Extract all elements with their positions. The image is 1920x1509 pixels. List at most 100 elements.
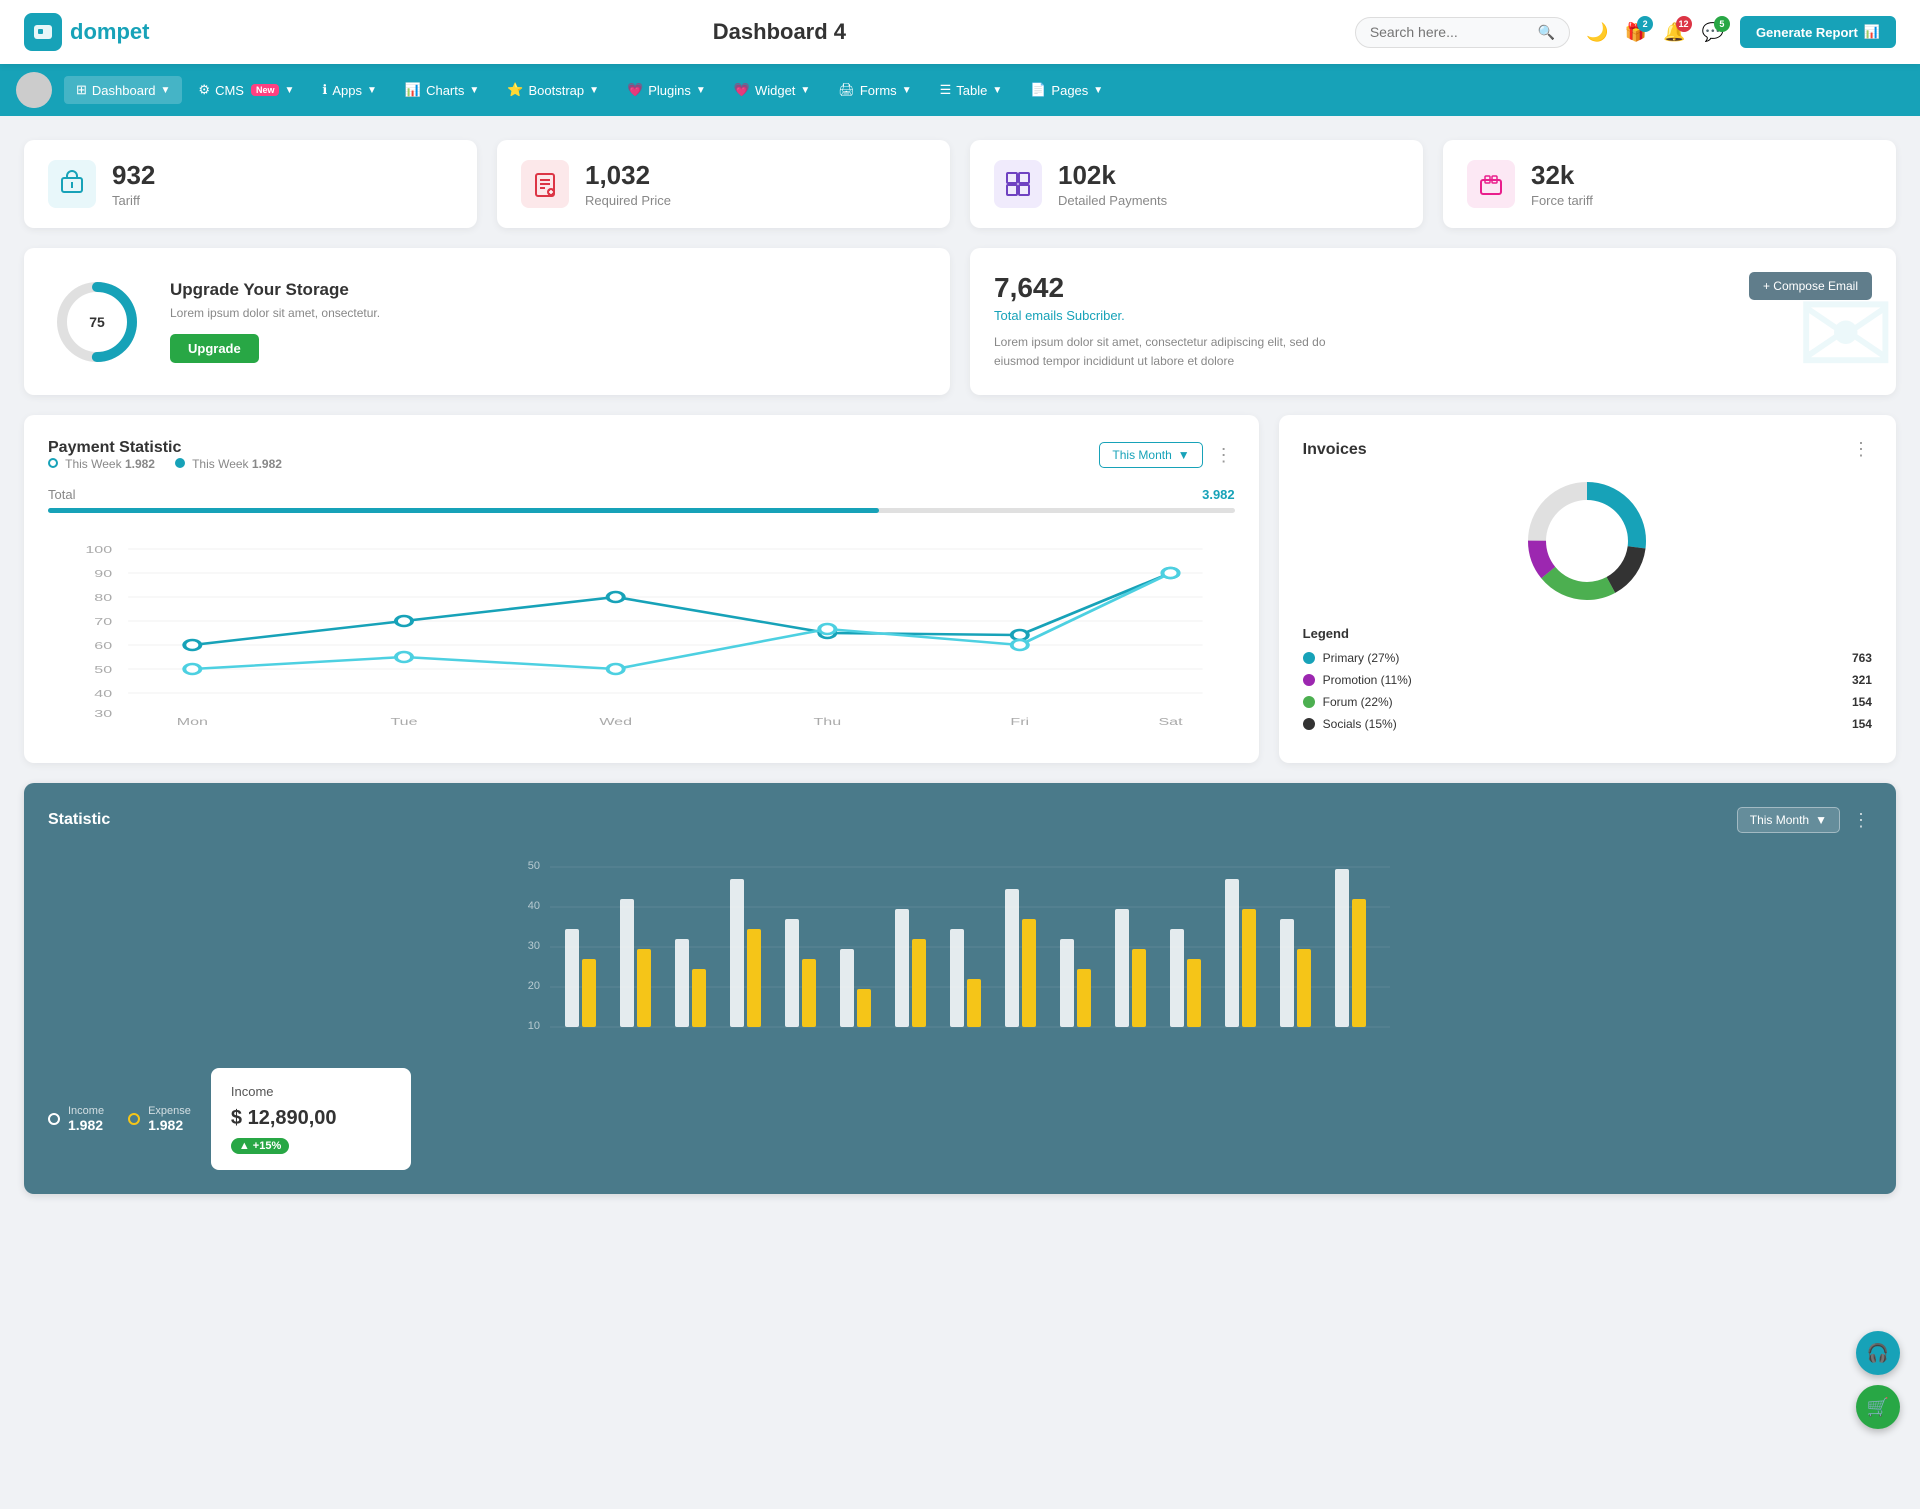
income-change-badge: ▲ +15% (231, 1138, 289, 1154)
more-options-icon[interactable]: ⋮ (1215, 445, 1235, 466)
legend-color-socials (1303, 718, 1315, 730)
email-bg-icon: ✉ (1795, 275, 1896, 395)
detailed-payments-number: 102k (1058, 160, 1167, 191)
gift-badge: 2 (1637, 16, 1653, 32)
legend-label-forum: Forum (22%) (1323, 695, 1393, 709)
legend-item-primary: Primary (27%) 763 (1303, 651, 1872, 665)
nav-label-bootstrap: Bootstrap (528, 83, 584, 98)
nav-item-pages[interactable]: 📄 Pages ▼ (1018, 76, 1115, 104)
payment-title: Payment Statistic (48, 439, 282, 457)
row3-grid: Payment Statistic This Week 1.982 This W… (24, 415, 1896, 763)
upgrade-button[interactable]: Upgrade (170, 334, 259, 363)
search-box[interactable]: 🔍 (1355, 17, 1570, 48)
logo-text: dompet (70, 19, 149, 45)
svg-text:Wed: Wed (599, 716, 632, 727)
nav-item-table[interactable]: ☰ Table ▼ (928, 76, 1015, 104)
chevron-down-icon-apps: ▼ (367, 85, 377, 96)
svg-text:60: 60 (94, 640, 112, 651)
nav-label-charts: Charts (426, 83, 464, 98)
force-tariff-icon (1467, 160, 1515, 208)
float-buttons: 🎧 🛒 (1856, 1331, 1900, 1429)
nav-item-plugins[interactable]: 💗 Plugins ▼ (615, 76, 718, 104)
nav-item-charts[interactable]: 📊 Charts ▼ (393, 76, 491, 104)
statistic-bar-chart: 50 40 30 20 10 (48, 849, 1872, 1049)
income-detail-title: Income (231, 1084, 391, 1099)
force-tariff-number: 32k (1531, 160, 1593, 191)
nav-label-apps: Apps (332, 83, 362, 98)
main-content: 932 Tariff 1,032 Required Price 102k Det… (0, 116, 1920, 1218)
stat-card-tariff: 932 Tariff (24, 140, 477, 228)
legend-value-1: 1.982 (125, 457, 155, 471)
chevron-down-icon-pages: ▼ (1093, 85, 1103, 96)
nav-label-widget: Widget (755, 83, 795, 98)
cart-float-button[interactable]: 🛒 (1856, 1385, 1900, 1429)
storage-title: Upgrade Your Storage (170, 280, 380, 300)
search-icon[interactable]: 🔍 (1538, 24, 1555, 41)
expense-metric-label: Expense (148, 1105, 191, 1117)
statistic-filter-label: This Month (1750, 813, 1809, 827)
generate-report-button[interactable]: Generate Report 📊 (1740, 16, 1896, 48)
invoices-donut-chart (1303, 476, 1872, 606)
statistic-bottom: Income 1.982 Expense 1.982 Income $ 12,8… (48, 1068, 1872, 1170)
nav-item-cms[interactable]: ⚙ CMS New ▼ (186, 76, 306, 104)
invoices-more-icon[interactable]: ⋮ (1852, 439, 1872, 460)
chat-badge: 5 (1714, 16, 1730, 32)
income-detail-amount: $ 12,890,00 (231, 1107, 391, 1130)
email-card-top: 7,642 Total emails Subcriber. Lorem ipsu… (994, 272, 1872, 371)
nav-item-forms[interactable]: 🖨 Forms ▼ (826, 76, 923, 104)
statistic-more-icon[interactable]: ⋮ (1852, 810, 1872, 831)
statistic-month-filter-button[interactable]: This Month ▼ (1737, 807, 1840, 833)
bell-icon[interactable]: 🔔 12 (1663, 22, 1685, 43)
chat-icon[interactable]: 💬 5 (1702, 22, 1724, 43)
moon-icon[interactable]: 🌙 (1586, 22, 1608, 43)
legend-dot-1 (48, 458, 58, 468)
stat-card-detailed-payments: 102k Detailed Payments (970, 140, 1423, 228)
email-card: 7,642 Total emails Subcriber. Lorem ipsu… (970, 248, 1896, 395)
legend-label-socials: Socials (15%) (1323, 717, 1397, 731)
svg-text:Mon: Mon (177, 716, 208, 727)
expense-metric: Expense 1.982 (128, 1105, 191, 1133)
income-metric-label: Income (68, 1105, 104, 1117)
legend-count-socials: 154 (1852, 717, 1872, 731)
nav-avatar (16, 72, 52, 108)
bootstrap-icon: ⭐ (507, 82, 523, 98)
legend-value-2: 1.982 (252, 457, 282, 471)
search-input[interactable] (1370, 24, 1530, 40)
svg-text:40: 40 (94, 688, 112, 699)
payment-legend: This Week 1.982 This Week 1.982 (48, 457, 282, 471)
statistic-title: Statistic (48, 811, 110, 829)
nav-item-apps[interactable]: ℹ Apps ▼ (310, 76, 389, 104)
tariff-info: 932 Tariff (112, 160, 155, 208)
navbar: ⊞ Dashboard ▼ ⚙ CMS New ▼ ℹ Apps ▼ 📊 Cha… (0, 64, 1920, 116)
nav-item-bootstrap[interactable]: ⭐ Bootstrap ▼ (495, 76, 611, 104)
email-info: 7,642 Total emails Subcriber. Lorem ipsu… (994, 272, 1374, 371)
legend-label-2: This Week (192, 457, 248, 471)
legend-count-forum: 154 (1852, 695, 1872, 709)
app-title: Dashboard 4 (204, 19, 1355, 45)
gift-icon[interactable]: 🎁 2 (1625, 22, 1647, 43)
nav-label-cms: CMS (215, 83, 244, 98)
invoices-header: Invoices ⋮ (1303, 439, 1872, 460)
plugins-icon: 💗 (627, 82, 643, 98)
statistic-header: Statistic This Month ▼ ⋮ (48, 807, 1872, 833)
legend-item-promotion: Promotion (11%) 321 (1303, 673, 1872, 687)
svg-text:40: 40 (528, 900, 540, 912)
stat-metrics-row: Income 1.982 Expense 1.982 (48, 1068, 191, 1170)
legend-color-primary (1303, 652, 1315, 664)
nav-item-widget[interactable]: 💗 Widget ▼ (722, 76, 823, 104)
storage-donut: 75 (52, 277, 142, 367)
legend-dot-2 (175, 458, 185, 468)
storage-desc: Lorem ipsum dolor sit amet, onsectetur. (170, 306, 380, 320)
support-float-button[interactable]: 🎧 (1856, 1331, 1900, 1375)
nav-item-dashboard[interactable]: ⊞ Dashboard ▼ (64, 76, 182, 104)
expense-dot (128, 1113, 140, 1125)
chevron-down-icon-widget: ▼ (800, 85, 810, 96)
income-metric: Income 1.982 (48, 1105, 104, 1133)
nav-label-table: Table (956, 83, 987, 98)
logo-icon (24, 13, 62, 51)
svg-text:50: 50 (94, 664, 112, 675)
detailed-payments-label: Detailed Payments (1058, 193, 1167, 208)
legend-label-primary: Primary (27%) (1323, 651, 1400, 665)
this-month-filter-button[interactable]: This Month ▼ (1099, 442, 1202, 468)
force-tariff-info: 32k Force tariff (1531, 160, 1593, 208)
